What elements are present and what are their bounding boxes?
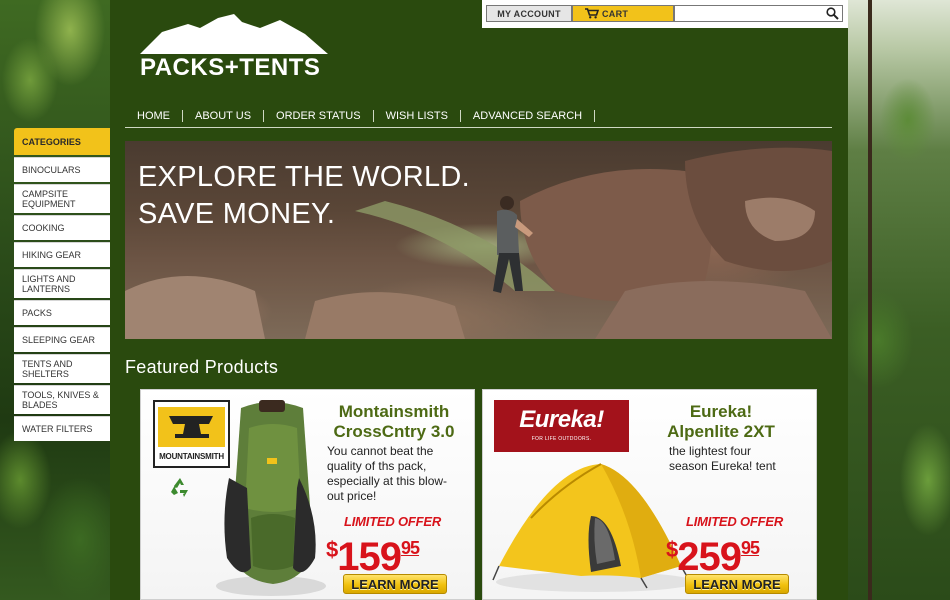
categories-header: CATEGORIES [14,128,110,155]
price-cents: 95 [741,538,760,558]
product-desc-line-1: the lightest four [669,444,752,458]
eureka-wordmark: Eureka! [519,406,604,433]
category-lights-and-lanterns[interactable]: LIGHTS AND LANTERNS [14,269,110,298]
product-title-line-2: Alpenlite 2XT [667,422,775,441]
category-packs[interactable]: PACKS [14,300,110,325]
product-title-line-1: Eureka! [689,402,753,421]
price-whole: 159 [337,535,402,579]
product-title-line-2: CrossCntry 3.0 [333,422,455,441]
category-sidebar: CATEGORIES BINOCULARS CAMPSITE EQUIPMENT… [14,128,110,441]
hero-banner[interactable]: EXPLORE THE WORLD. SAVE MONEY. [125,141,832,339]
price-whole: 259 [677,535,742,579]
product-card-mountainsmith[interactable]: MOUNTAINSMITH Montainsmith CrossCntry 3.… [140,389,475,600]
product-title-eureka[interactable]: Eureka! Alpenlite 2XT [651,402,791,442]
price-cents: 95 [401,538,420,558]
category-cooking[interactable]: COOKING [14,215,110,240]
learn-more-button[interactable]: LEARN MORE [685,574,789,594]
my-account-label: MY ACCOUNT [497,8,561,19]
cart-icon [585,8,599,19]
product-desc-line-1: You cannot beat the [327,444,434,458]
limited-offer-label: LIMITED OFFER [686,514,784,529]
product-title-mountainsmith[interactable]: Montainsmith CrossCntry 3.0 [319,402,469,442]
nav-about-us[interactable]: ABOUT US [183,109,265,122]
recycle-icon [171,478,188,497]
site-logo[interactable]: PACKS+TENTS [140,14,335,84]
product-desc-line-4: out price! [327,489,377,503]
category-hiking-gear[interactable]: HIKING GEAR [14,242,110,267]
cart-label: CART [602,8,629,19]
cart-button[interactable]: CART [572,5,674,22]
product-desc-line-2: quality of ths pack, [327,459,427,473]
category-sleeping-gear[interactable]: SLEEPING GEAR [14,327,110,352]
hero-line-2: SAVE MONEY. [138,198,336,230]
product-description-eureka: the lightest four season Eureka! tent [669,444,814,474]
hero-line-1: EXPLORE THE WORLD. [138,161,470,193]
category-binoculars[interactable]: BINOCULARS [14,157,110,182]
featured-products-heading: Featured Products [125,357,279,377]
my-account-button[interactable]: MY ACCOUNT [486,5,572,22]
product-desc-line-3: especially at this blow- [327,474,448,488]
search-input[interactable] [674,5,843,22]
account-bar: MY ACCOUNT CART [482,0,848,28]
product-price-eureka: $25995 [666,528,760,579]
nav-advanced-search[interactable]: ADVANCED SEARCH [461,109,596,122]
eureka-tagline: FOR LIFE OUTDOORS. [531,436,592,442]
product-price-mountainsmith: $15995 [326,528,420,579]
search-icon[interactable] [826,7,839,20]
forest-background-right [848,0,950,600]
eureka-logo: Eureka! FOR LIFE OUTDOORS. [494,400,629,452]
category-campsite-equipment[interactable]: CAMPSITE EQUIPMENT [14,184,110,213]
learn-more-button[interactable]: LEARN MORE [343,574,447,594]
nav-order-status[interactable]: ORDER STATUS [264,109,374,122]
main-nav: HOME ABOUT US ORDER STATUS WISH LISTS AD… [125,104,832,128]
product-description-mountainsmith: You cannot beat the quality of ths pack,… [327,444,472,504]
category-water-filters[interactable]: WATER FILTERS [14,416,110,441]
backpack-image [216,400,326,596]
nav-wish-lists[interactable]: WISH LISTS [374,109,461,122]
product-card-eureka[interactable]: Eureka! FOR LIFE OUTDOORS. Eureka! Alpen… [482,389,817,600]
category-tools-knives-blades[interactable]: TOOLS, KNIVES & BLADES [14,385,110,414]
limited-offer-label: LIMITED OFFER [344,514,442,529]
hero-headline: EXPLORE THE WORLD. SAVE MONEY. [138,159,470,233]
product-title-line-1: Montainsmith [338,402,450,421]
category-tents-and-shelters[interactable]: TENTS AND SHELTERS [14,354,110,383]
price-currency: $ [326,537,338,562]
price-currency: $ [666,537,678,562]
product-desc-line-2: season Eureka! tent [669,459,776,473]
nav-home[interactable]: HOME [125,109,183,122]
logo-text: PACKS+TENTS [140,54,321,81]
mountain-logo-icon [140,14,328,54]
